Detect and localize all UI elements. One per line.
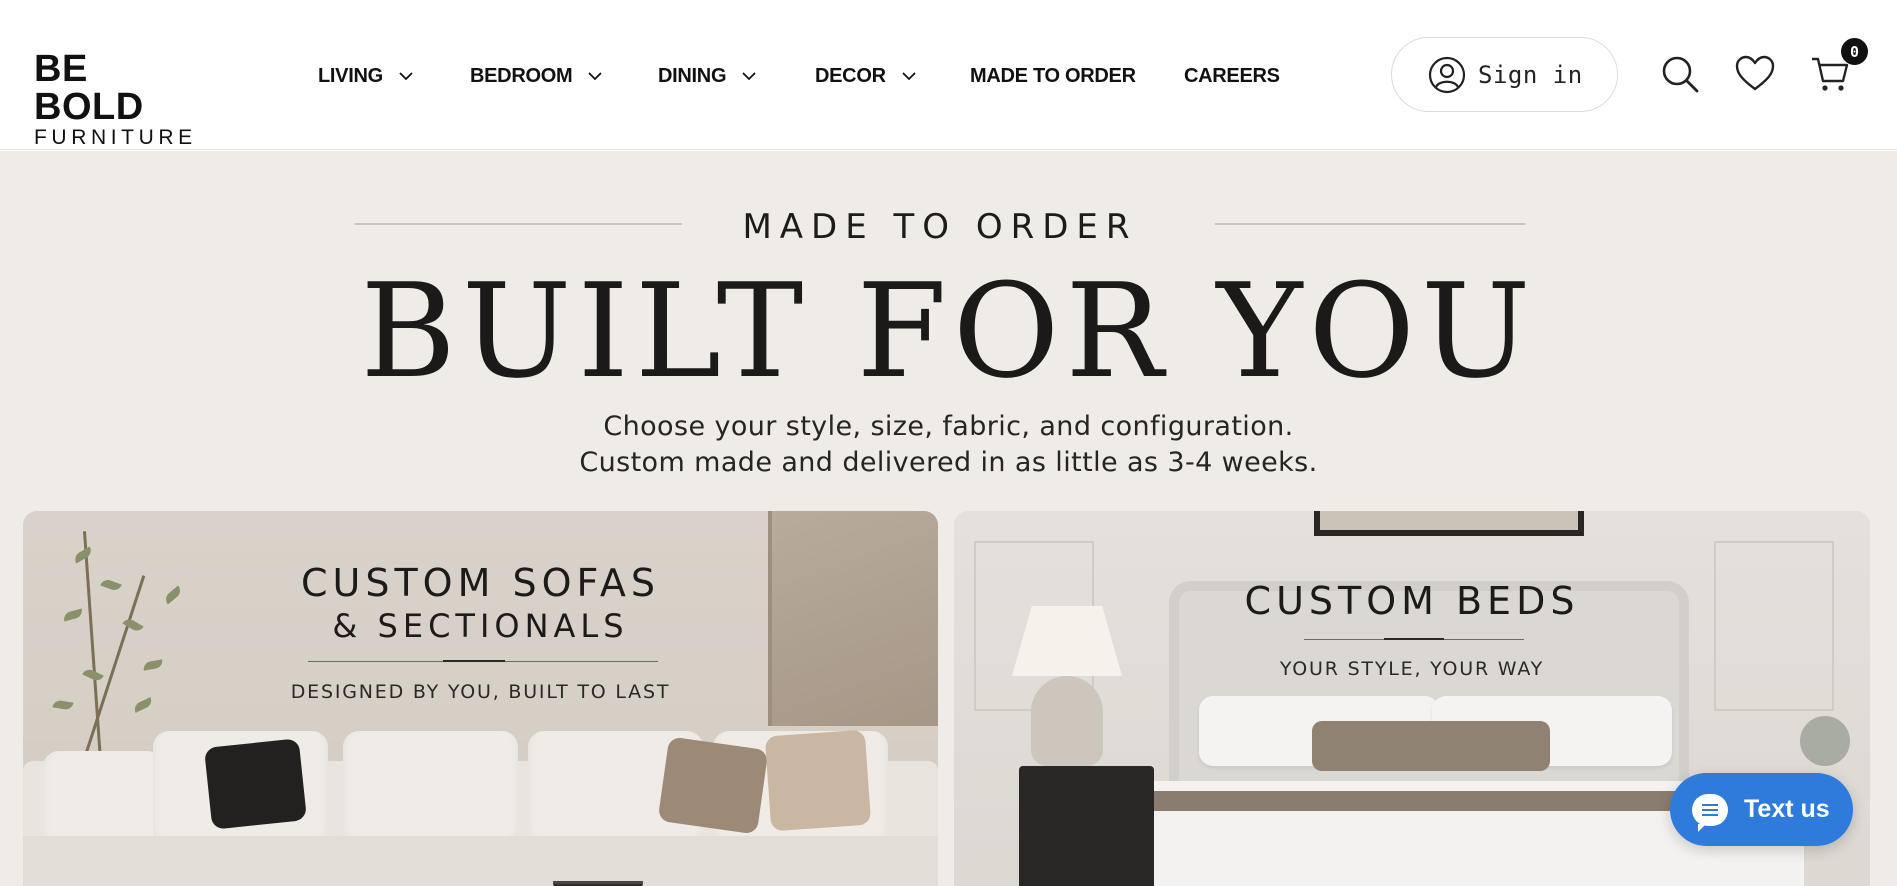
site-header: BE BOLD FURNITURE LIVING BEDROOM DINING … [0,0,1897,150]
chevron-down-icon [902,72,916,81]
nav-item-label: CAREERS [1184,64,1280,87]
nav-item-bedroom[interactable]: BEDROOM [470,60,604,92]
cart-count-badge: 0 [1841,38,1868,65]
chevron-down-icon [399,72,413,81]
sofas-card-subtitle: & SECTIONALS [332,607,629,645]
hero-section: MADE TO ORDER BUILT FOR YOU Choose your … [0,151,1897,886]
chat-bubble-icon [1692,793,1728,832]
sign-in-button[interactable]: Sign in [1391,37,1618,112]
hero-eyebrow: MADE TO ORDER [742,207,1138,247]
sofas-card-rule-accent [443,660,505,662]
eyebrow-wrap: MADE TO ORDER [355,207,1525,247]
nav-item-label: LIVING [318,64,383,87]
heart-icon[interactable] [1735,54,1775,94]
sofas-card-tagline: DESIGNED BY YOU, BUILT TO LAST [290,681,671,703]
hero-subline-2: Custom made and delivered in as little a… [579,447,1318,478]
nav-item-living[interactable]: LIVING [318,60,415,92]
nav-item-label: BEDROOM [470,64,573,87]
user-circle-icon [1428,56,1466,93]
sign-in-label: Sign in [1478,60,1583,89]
nav-item-dining[interactable]: DINING [658,60,758,92]
chevron-down-icon [588,72,602,81]
brand-logo-line2: FURNITURE [34,126,197,149]
brand-logo-line1: BE BOLD [34,48,144,128]
hero-headline: BUILT FOR YOU [360,255,1537,407]
sofas-card-title: CUSTOM SOFAS [301,561,660,605]
custom-sofas-card[interactable]: CUSTOM SOFAS & SECTIONALS DESIGNED BY YO… [23,511,938,886]
nav-item-made-to-order[interactable]: MADE TO ORDER [970,60,1136,92]
chevron-down-icon [742,72,756,81]
text-us-label: Text us [1744,795,1830,823]
hero-subline-1: Choose your style, size, fabric, and con… [603,411,1294,442]
nav-item-label: MADE TO ORDER [970,64,1136,87]
wall-frame-image [1314,511,1584,536]
brand-logo[interactable]: BE BOLD FURNITURE [34,50,206,149]
nav-item-label: DINING [658,64,727,87]
beds-card-rule-accent [1384,638,1444,640]
text-us-chat-button[interactable]: Text us [1670,773,1853,846]
nav-item-decor[interactable]: DECOR [815,60,918,92]
nav-item-label: DECOR [815,64,886,87]
nav-item-careers[interactable]: CAREERS [1184,60,1280,92]
vase-plant-image [1800,716,1850,766]
search-icon[interactable] [1660,54,1700,94]
